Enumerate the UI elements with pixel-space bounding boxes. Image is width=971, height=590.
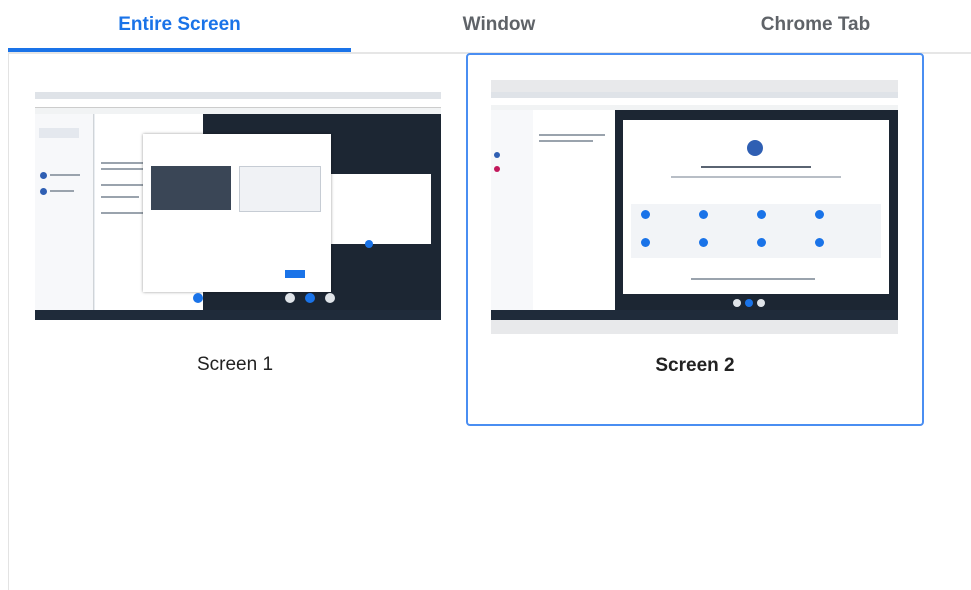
tab-entire-screen[interactable]: Entire Screen <box>8 0 351 50</box>
panel-left-border <box>8 50 9 590</box>
screen-share-picker: Entire Screen Window Chrome Tab Screen 1… <box>0 0 971 590</box>
source-screen-1[interactable]: Screen 1 <box>20 62 450 422</box>
screen-2-thumbnail <box>491 80 898 334</box>
screen-1-label: Screen 1 <box>196 354 274 375</box>
source-screen-2[interactable]: Screen 2 <box>466 53 924 426</box>
source-type-tabs: Entire Screen Window Chrome Tab <box>8 0 971 54</box>
tab-chrome-tab[interactable]: Chrome Tab <box>658 0 971 50</box>
tab-window[interactable]: Window <box>351 0 647 50</box>
active-tab-indicator <box>8 48 351 52</box>
screen-1-thumbnail <box>35 92 441 320</box>
screen-2-label: Screen 2 <box>655 355 735 376</box>
